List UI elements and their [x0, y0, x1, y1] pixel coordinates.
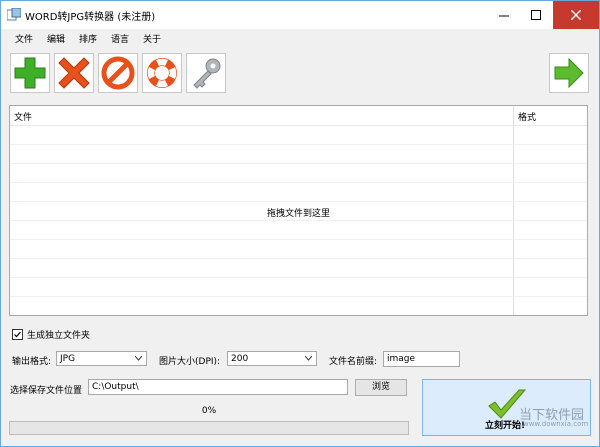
- separate-folder-checkbox[interactable]: [12, 329, 23, 340]
- row-line: [10, 239, 587, 240]
- column-format[interactable]: 格式: [518, 110, 536, 123]
- chevron-down-icon: [305, 356, 312, 361]
- output-format-value: JPG: [60, 354, 76, 364]
- close-button[interactable]: [553, 1, 599, 29]
- menu-bar: 文件 编辑 排序 语言 关于: [1, 29, 599, 47]
- minimize-icon: [499, 15, 509, 17]
- app-icon: [7, 8, 21, 21]
- row-line: [10, 201, 587, 202]
- watermark-url: www.downxia.com: [523, 420, 589, 428]
- drop-hint: 拖拽文件到这里: [266, 209, 330, 219]
- clear-list-button[interactable]: [98, 53, 138, 93]
- help-lifebuoy-icon: [147, 58, 177, 88]
- file-list-header: 文件 格式: [10, 106, 587, 126]
- help-button[interactable]: [142, 53, 182, 93]
- output-path-value: C:\Output\: [92, 382, 139, 392]
- row-line: [10, 277, 587, 278]
- output-location-label: 选择保存文件位置: [10, 386, 83, 396]
- progress-percent: 0%: [201, 406, 217, 416]
- window-title: WORD转JPG转换器 (未注册): [25, 12, 156, 23]
- delete-icon: [58, 57, 90, 89]
- menu-edit[interactable]: 编辑: [47, 32, 65, 45]
- output-format-select[interactable]: JPG: [56, 351, 147, 366]
- dpi-label: 图片大小(DPI):: [159, 357, 221, 367]
- row-line: [10, 182, 587, 183]
- column-file[interactable]: 文件: [14, 110, 32, 123]
- prefix-input[interactable]: image: [383, 351, 460, 367]
- dpi-select[interactable]: 200: [227, 351, 317, 366]
- remove-file-button[interactable]: [54, 53, 94, 93]
- output-format-label: 输出格式:: [12, 357, 52, 367]
- checkmark-icon: [14, 331, 21, 338]
- clear-icon: [101, 56, 135, 90]
- dpi-value: 200: [231, 354, 249, 364]
- chevron-down-icon: [135, 356, 142, 361]
- add-file-button[interactable]: [10, 53, 50, 93]
- row-line: [10, 258, 587, 259]
- key-icon: [193, 58, 221, 89]
- row-line: [10, 296, 587, 297]
- maximize-button[interactable]: [521, 1, 551, 29]
- next-button[interactable]: [549, 53, 589, 93]
- menu-file[interactable]: 文件: [15, 32, 33, 45]
- arrow-right-icon: [554, 57, 584, 89]
- browse-button[interactable]: 浏览: [355, 379, 407, 396]
- menu-language[interactable]: 语言: [111, 32, 129, 45]
- separate-folder-label: 生成独立文件夹: [27, 331, 91, 341]
- row-line: [10, 220, 587, 221]
- register-button[interactable]: [186, 53, 226, 93]
- prefix-value: image: [387, 354, 416, 364]
- app-window: WORD转JPG转换器 (未注册) 文件 编辑 排序 语言 关于 文件 格式 拖…: [0, 0, 600, 447]
- row-line: [10, 163, 587, 164]
- menu-about[interactable]: 关于: [143, 32, 161, 45]
- minimize-button[interactable]: [489, 1, 519, 29]
- maximize-icon: [531, 10, 541, 20]
- output-path-input[interactable]: C:\Output\: [88, 379, 348, 395]
- file-list[interactable]: 文件 格式 拖拽文件到这里: [9, 105, 588, 316]
- menu-sort[interactable]: 排序: [79, 32, 97, 45]
- add-icon: [14, 57, 46, 89]
- progress-bar: [9, 421, 409, 435]
- start-button[interactable]: 立刻开始! 当下软件园 www.downxia.com: [422, 379, 591, 436]
- close-icon: [571, 10, 581, 20]
- row-line: [10, 144, 587, 145]
- title-bar: WORD转JPG转换器 (未注册): [1, 1, 599, 29]
- prefix-label: 文件名前缀:: [329, 357, 378, 367]
